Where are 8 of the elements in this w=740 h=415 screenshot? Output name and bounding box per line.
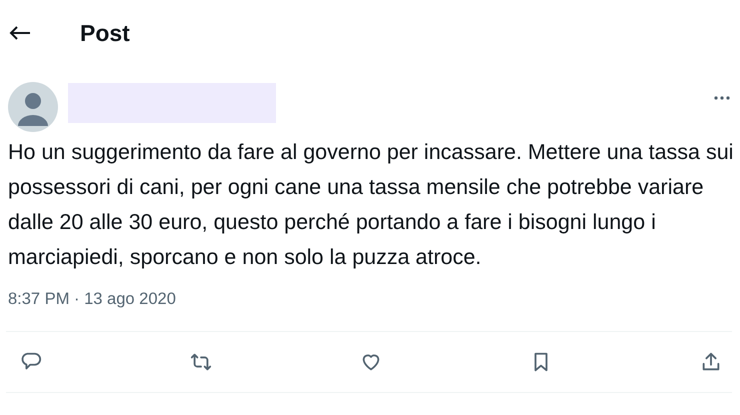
page-title: Post: [80, 20, 130, 46]
repost-icon[interactable]: [190, 351, 212, 373]
share-icon[interactable]: [700, 351, 722, 373]
post-timestamp[interactable]: 8:37 PM · 13 ago 2020: [8, 290, 176, 309]
more-icon[interactable]: [714, 96, 730, 100]
avatar-icon[interactable]: [8, 82, 58, 132]
back-arrow-icon[interactable]: [9, 25, 31, 41]
post-text: Ho un suggerimento da fare al governo per incassare. Mettere una tassa sui possessori di cani, per ogni cane una tassa mensile che potrebbe variare dalle 20 alle 30 euro, questo perché portando a fare i bisogni lungo i marciapiedi, sporcano e non solo la puzza atroce.: [8, 139, 734, 271]
